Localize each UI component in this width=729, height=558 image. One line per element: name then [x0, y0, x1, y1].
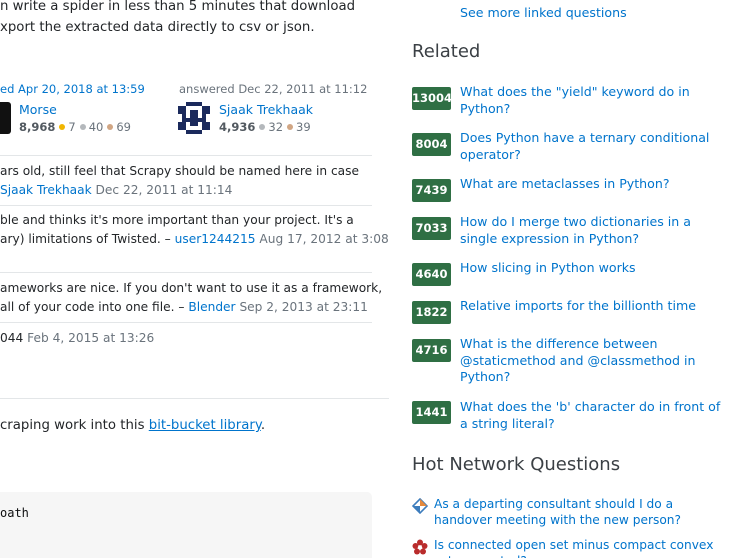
answerer-silver-count: 32 [268, 120, 284, 134]
hot-network-questions-heading: Hot Network Questions [412, 454, 621, 475]
comment-2-time: Aug 17, 2012 at 3:08 [259, 232, 389, 246]
comment-1-user-link[interactable]: Sjaak Trekhaak [0, 183, 92, 197]
comment-divider [0, 272, 372, 273]
bronze-badge-icon [287, 124, 294, 130]
math-icon [412, 539, 428, 555]
bronze-badge-icon [107, 124, 114, 130]
see-more-linked-questions-link[interactable]: See more linked questions [460, 5, 627, 20]
answer-divider [0, 398, 389, 399]
comment-2-text-tail: ary) limitations of Twisted. – [0, 232, 171, 246]
answer-body-line-1: n write a spider in less than 5 minutes … [0, 0, 356, 14]
related-score-badge[interactable]: 4716 [412, 339, 451, 362]
answerer-rep-score: 4,936 [219, 120, 256, 134]
comment-3-time: Sep 2, 2013 at 23:11 [239, 300, 368, 314]
silver-badge-icon [79, 124, 86, 130]
answer-2-body: craping work into this bit-bucket librar… [0, 416, 265, 435]
gold-badge-icon [59, 124, 66, 130]
code-block: oath [0, 492, 372, 558]
silver-badge-icon [259, 124, 266, 130]
answer-2-text: craping work into this [0, 418, 149, 433]
editor-gold-count: 7 [68, 120, 76, 134]
comment-4-time: Feb 4, 2015 at 13:26 [27, 331, 155, 345]
editor-name-link[interactable]: Morse [19, 102, 57, 117]
related-score-badge[interactable]: 7439 [412, 179, 451, 202]
identicon-icon [178, 102, 210, 134]
comment-4-user-link[interactable]: 044 [0, 331, 23, 345]
code-line-1: oath [0, 506, 29, 520]
related-question-link[interactable]: What are metaclasses in Python? [460, 176, 722, 193]
comment-3-user-link[interactable]: Blender [188, 300, 235, 314]
related-heading: Related [412, 41, 481, 62]
answer-body-line-2: xport the extracted data directly to csv… [0, 20, 315, 35]
editor-silver-count: 40 [88, 120, 104, 134]
answerer-bronze-count: 39 [296, 120, 311, 134]
editor-bronze-count: 69 [116, 120, 131, 134]
answerer-avatar[interactable] [178, 102, 210, 134]
comment-divider [0, 205, 372, 206]
comment-divider [0, 322, 372, 323]
comment-1-meta: Sjaak Trekhaak Dec 22, 2011 at 11:14 [0, 181, 232, 199]
related-score-badge[interactable]: 1441 [412, 401, 451, 424]
comment-1-time: Dec 22, 2011 at 11:14 [95, 183, 233, 197]
answer-2-text-end: . [260, 418, 266, 433]
comment-3-text-tail: all of your code into one file. – [0, 300, 185, 314]
related-score-badge[interactable]: 7033 [412, 217, 451, 240]
related-question-link[interactable]: Does Python have a ternary conditional o… [460, 130, 722, 163]
related-question-link[interactable]: What does the "yield" keyword do in Pyth… [460, 84, 722, 117]
related-score-badge[interactable]: 1822 [412, 301, 451, 324]
comment-4-meta: 044 Feb 4, 2015 at 13:26 [0, 329, 154, 347]
bit-bucket-library-link[interactable]: bit-bucket library [149, 418, 261, 433]
hot-question-link[interactable]: Is connected open set minus compact conv… [434, 537, 724, 558]
related-question-link[interactable]: What is the difference between @staticme… [460, 336, 722, 386]
workplace-icon [411, 497, 429, 515]
hot-question-link[interactable]: As a departing consultant should I do a … [434, 496, 724, 528]
comments-divider [0, 155, 372, 156]
related-question-link[interactable]: What does the 'b' character do in front … [460, 399, 722, 432]
answerer-reputation: 4,936 32 39 [219, 120, 311, 134]
comment-2-text: ble and thinks it's more important than … [0, 213, 354, 227]
edited-timestamp-link[interactable]: ed Apr 20, 2018 at 13:59 [0, 82, 145, 96]
comment-3-text: ameworks are nice. If you don't want to … [0, 281, 383, 295]
editor-avatar[interactable] [0, 102, 11, 134]
related-question-link[interactable]: How slicing in Python works [460, 260, 722, 277]
editor-rep-score: 8,968 [19, 120, 56, 134]
comment-1-text: ars old, still feel that Scrapy should b… [0, 164, 359, 178]
related-score-badge[interactable]: 13004 [412, 87, 452, 110]
comment-3-meta: all of your code into one file. – Blende… [0, 298, 368, 316]
answerer-name-link[interactable]: Sjaak Trekhaak [219, 102, 313, 117]
related-question-link[interactable]: How do I merge two dictionaries in a sin… [460, 214, 722, 247]
answered-timestamp: answered Dec 22, 2011 at 11:12 [179, 82, 368, 96]
comment-2-user-link[interactable]: user1244215 [175, 232, 256, 246]
related-question-link[interactable]: Relative imports for the billionth time [460, 298, 722, 315]
comment-2-meta: ary) limitations of Twisted. – user12442… [0, 230, 389, 248]
editor-reputation: 8,968 7 40 69 [19, 120, 131, 134]
related-score-badge[interactable]: 8004 [412, 133, 451, 156]
related-score-badge[interactable]: 4640 [412, 263, 451, 286]
